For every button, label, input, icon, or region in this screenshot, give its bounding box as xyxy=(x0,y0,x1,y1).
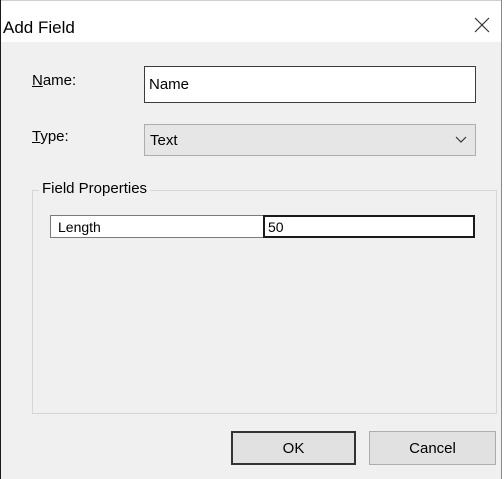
name-label-text: ame: xyxy=(42,72,77,89)
name-input[interactable] xyxy=(144,66,476,103)
close-icon xyxy=(474,17,490,33)
chevron-down-icon xyxy=(455,136,467,143)
dialog-title: Add Field xyxy=(3,18,75,37)
property-name-cell: Length xyxy=(50,215,263,238)
add-field-dialog: Add Field Name: Type: Text Field Propert… xyxy=(0,0,502,479)
ok-button[interactable]: OK xyxy=(231,431,356,465)
close-button[interactable] xyxy=(467,11,497,37)
type-label-text: ype: xyxy=(40,128,69,145)
field-properties-legend: Field Properties xyxy=(39,180,151,197)
type-label: Type: xyxy=(32,128,69,145)
cancel-button[interactable]: Cancel xyxy=(369,431,496,465)
property-row-length: Length xyxy=(50,215,475,238)
title-bar[interactable]: Add Field xyxy=(1,0,501,42)
type-selected-value: Text xyxy=(150,132,178,149)
property-value-input[interactable] xyxy=(263,215,475,238)
name-label: Name: xyxy=(32,72,76,89)
type-dropdown[interactable]: Text xyxy=(144,124,476,156)
name-label-mnemonic: N xyxy=(32,72,43,89)
